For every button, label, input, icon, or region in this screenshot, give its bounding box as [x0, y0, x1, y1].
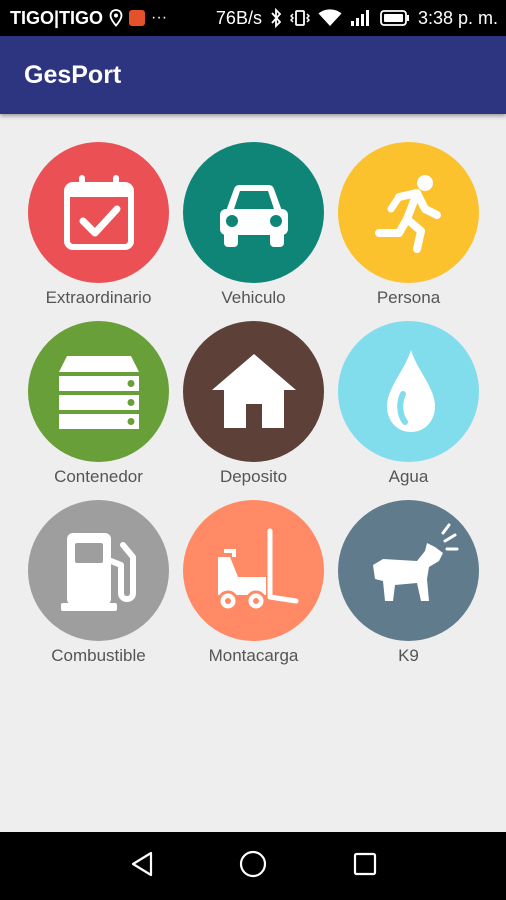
app-notification-icon: [129, 10, 146, 26]
house-icon: [183, 321, 324, 462]
network-speed: 76B/s: [215, 7, 262, 28]
tile-vehiculo[interactable]: Vehiculo: [176, 142, 331, 308]
dog-icon: [338, 500, 479, 641]
tile-label: Contenedor: [54, 467, 143, 486]
status-bar: TIGO|TIGO ··· 76B/s 3:38 p. m.: [0, 0, 506, 36]
water-drop-icon: [338, 321, 479, 462]
tile-label: Agua: [388, 467, 429, 486]
tile-label: Vehiculo: [221, 288, 286, 307]
container-stack-icon: [28, 321, 169, 462]
home-button[interactable]: [223, 832, 283, 900]
tile-label: Deposito: [219, 467, 288, 486]
battery-icon: [380, 9, 410, 27]
clock: 3:38 p. m.: [417, 7, 498, 28]
back-button[interactable]: [112, 832, 172, 900]
fuel-pump-icon: [28, 500, 169, 641]
home-circle-icon: [239, 850, 267, 883]
vibrate-icon: [289, 8, 310, 28]
bluetooth-icon: [270, 8, 282, 28]
more-notifications-icon: ···: [151, 9, 168, 26]
back-triangle-icon: [130, 851, 154, 882]
tile-persona[interactable]: Persona: [331, 142, 486, 308]
app-title: GesPort: [24, 61, 122, 89]
car-icon: [183, 142, 324, 283]
tile-k9[interactable]: K9: [331, 500, 486, 666]
running-person-icon: [338, 142, 479, 283]
tile-deposito[interactable]: Deposito: [176, 321, 331, 487]
navigation-bar: [0, 832, 506, 900]
forklift-icon: [183, 500, 324, 641]
tile-label: Montacarga: [208, 646, 299, 665]
tile-label: Combustible: [51, 646, 146, 665]
tile-combustible[interactable]: Combustible: [21, 500, 176, 666]
tile-label: Persona: [376, 288, 441, 307]
wifi-icon: [318, 9, 342, 27]
tile-label: K9: [398, 646, 419, 665]
tile-extraordinario[interactable]: Extraordinario: [21, 142, 176, 308]
category-grid: Extraordinario Vehiculo Persona Contened…: [21, 142, 487, 666]
location-icon: [109, 9, 123, 27]
tile-agua[interactable]: Agua: [331, 321, 486, 487]
tile-label: Extraordinario: [45, 288, 152, 307]
tile-montacarga[interactable]: Montacarga: [176, 500, 331, 666]
recents-square-icon: [353, 852, 377, 881]
carrier-text: TIGO|TIGO: [10, 7, 104, 28]
app-bar: GesPort: [0, 36, 506, 114]
recents-button[interactable]: [335, 832, 395, 900]
calendar-check-icon: [28, 142, 169, 283]
signal-icon: [350, 9, 372, 27]
tile-contenedor[interactable]: Contenedor: [21, 321, 176, 487]
